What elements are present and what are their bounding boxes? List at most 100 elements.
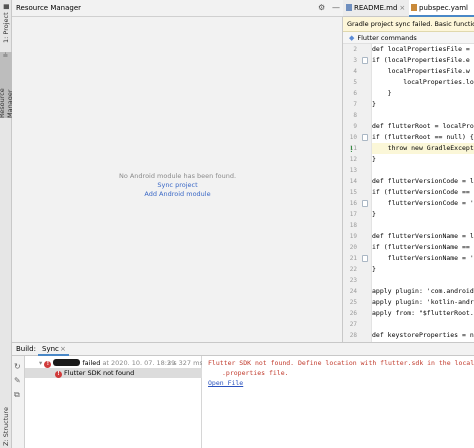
resource-manager-header: Resource Manager ⚙ — <box>12 0 343 17</box>
structure-tool-tab[interactable]: Z: Structure <box>0 405 12 448</box>
line-number: 25 <box>349 299 357 306</box>
minimize-icon[interactable]: — <box>332 3 340 12</box>
build-tool-window: Build: Sync × ↻ ✎ ⧉ ▾ ! failed at 2020. 1… <box>12 342 474 448</box>
fold-marker[interactable] <box>362 134 368 141</box>
error-message-line1: Flutter SDK not found. Define location w… <box>208 359 474 367</box>
line-number: 16 <box>349 200 357 207</box>
line-number: 15 <box>349 189 357 196</box>
code-line: apply plugin: 'kotlin-andr <box>372 298 474 306</box>
code-line: if (localPropertiesFile.e <box>372 56 470 64</box>
line-number: 13 <box>349 167 357 174</box>
editor-tab-bar: README.md × pubspec.yaml <box>343 0 474 17</box>
line-number: 18 <box>349 222 357 229</box>
code-line: if (flutterRoot == null) { <box>372 133 474 141</box>
code-line: if (flutterVersionName == <box>372 243 474 251</box>
left-tool-strip: 1: Project ▆ Resource Manager ⊪ <box>0 0 14 448</box>
folder-icon: ▆ <box>2 4 10 10</box>
code-line: def flutterVersionCode = l <box>372 177 474 185</box>
build-tab-bar: Build: Sync × <box>12 343 474 356</box>
line-number: 21 <box>349 255 357 262</box>
error-icon: ! <box>44 361 52 368</box>
code-line: def flutterVersionName = l <box>372 232 474 240</box>
code-line: def localPropertiesFile = <box>372 45 470 53</box>
fold-marker[interactable] <box>362 200 368 207</box>
line-number: 27 <box>349 321 357 328</box>
pin-icon[interactable]: ✎ <box>14 376 21 385</box>
refresh-icon[interactable]: ↻ <box>14 362 21 371</box>
line-number: 22 <box>349 266 357 273</box>
line-number: 3 <box>353 57 357 64</box>
line-number: 9 <box>353 123 357 130</box>
structure-tab-label: Z: Structure <box>2 407 10 446</box>
sync-project-link[interactable]: Sync project <box>12 181 343 190</box>
project-tool-tab[interactable]: 1: Project ▆ <box>0 0 12 48</box>
code-area[interactable]: def localPropertiesFile = if (localPrope… <box>372 44 474 342</box>
code-line: def flutterRoot = localPro <box>372 122 474 130</box>
code-line: flutterVersionCode = ' <box>372 199 474 207</box>
chevron-down-icon: ▾ <box>39 359 43 367</box>
redacted-project-name <box>53 359 81 366</box>
tab-sync[interactable]: Sync × <box>38 343 69 356</box>
resource-manager-empty-state: No Android module has been found. Sync p… <box>12 172 343 199</box>
intention-bulb-icon[interactable]: ! <box>349 144 354 155</box>
line-number: 4 <box>353 68 357 75</box>
line-number: 12 <box>349 156 357 163</box>
open-file-link[interactable]: Open File <box>208 378 474 388</box>
filter-icon[interactable]: ⧉ <box>14 390 20 400</box>
tab-pubspec[interactable]: pubspec.yaml <box>409 0 474 17</box>
resource-icon: ⊪ <box>2 52 10 58</box>
line-number: 14 <box>349 178 357 185</box>
empty-message: No Android module has been found. <box>118 172 237 180</box>
code-line: } <box>372 155 376 163</box>
sync-status: failed <box>82 359 101 367</box>
sync-failed-notification: Gradle project sync failed. Basic functi… <box>343 17 474 32</box>
line-number: 8 <box>353 112 357 119</box>
line-number: 10 <box>349 134 357 141</box>
add-android-module-link[interactable]: Add Android module <box>12 190 343 199</box>
sync-error-label: Flutter SDK not found <box>64 369 135 377</box>
line-number: 17 <box>349 211 357 218</box>
line-number: 26 <box>349 310 357 317</box>
code-line: } <box>372 210 376 218</box>
build-console[interactable]: Flutter SDK not found. Define location w… <box>202 356 474 448</box>
sync-tab-label: Sync <box>42 345 59 353</box>
code-line: flutterVersionName = ' <box>372 254 474 262</box>
fold-marker[interactable] <box>362 255 368 262</box>
line-number: 20 <box>349 244 357 251</box>
flutter-commands-bar[interactable]: ◆ Flutter commands <box>343 32 474 44</box>
line-number: 24 <box>349 288 357 295</box>
line-number: 19 <box>349 233 357 240</box>
code-line: } <box>372 89 392 97</box>
line-number: 2 <box>353 46 357 53</box>
code-line: } <box>372 100 376 108</box>
resource-manager-title: Resource Manager <box>16 4 82 12</box>
resource-manager-tool-tab[interactable]: Resource Manager ⊪ <box>0 52 14 118</box>
tab-readme[interactable]: README.md × <box>344 0 406 17</box>
code-line: } <box>372 265 376 273</box>
error-message-line2: .properties file. <box>222 369 289 377</box>
project-tab-label: 1: Project <box>2 12 10 44</box>
close-icon[interactable]: × <box>399 4 405 12</box>
flutter-commands-label: Flutter commands <box>357 34 417 42</box>
code-line: localPropertiesFile.w <box>372 67 470 75</box>
gear-icon[interactable]: ⚙ <box>318 3 325 12</box>
code-line: apply from: "$flutterRoot. <box>372 309 474 317</box>
build-label: Build: <box>16 345 36 353</box>
line-number-gutter: 2 3 4 5 6 7 8 9 10 11 12 13 14 15 16 17 … <box>343 44 372 342</box>
line-number: 28 <box>349 332 357 339</box>
sync-root-row[interactable]: ▾ ! failed at 2020. 10. 07. 18:39 2 s 327… <box>25 358 203 368</box>
build-side-toolbar: ↻ ✎ ⧉ <box>12 356 25 448</box>
error-icon: ! <box>55 371 62 378</box>
fold-marker[interactable] <box>362 57 368 64</box>
sync-error-row[interactable]: ! Flutter SDK not found <box>25 368 202 378</box>
line-number: 6 <box>353 90 357 97</box>
line-number: 23 <box>349 277 357 284</box>
code-line-current: throw new GradleExcepti <box>372 143 474 154</box>
close-icon[interactable]: × <box>60 345 66 353</box>
flutter-icon: ◆ <box>349 34 355 42</box>
